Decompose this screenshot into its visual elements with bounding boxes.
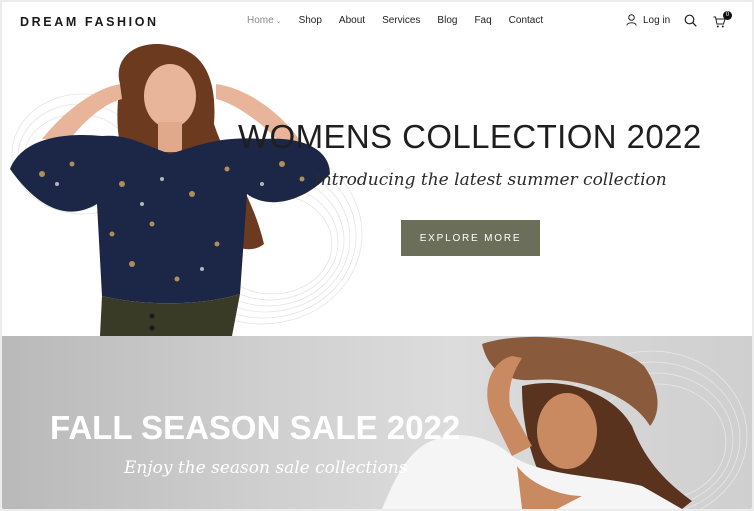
search-icon — [684, 14, 697, 27]
nav-item-services[interactable]: Services — [382, 15, 420, 26]
user-icon — [626, 14, 637, 26]
nav-item-faq[interactable]: Faq — [474, 15, 491, 26]
login-link[interactable]: Log in — [626, 14, 670, 26]
hero-banner: WOMENS COLLECTION 2022 Introducing the l… — [2, 44, 752, 336]
sale-subtitle: Enjoy the season sale collections — [124, 458, 408, 478]
sale-title: FALL SEASON SALE 2022 — [50, 409, 461, 446]
hero-title: WOMENS COLLECTION 2022 — [238, 118, 702, 155]
chevron-down-icon: ⌄ — [275, 18, 282, 25]
nav-item-label: Home — [247, 15, 274, 26]
nav-item-contact[interactable]: Contact — [509, 15, 543, 26]
cart-button[interactable]: 0 — [713, 11, 732, 33]
nav-item-home[interactable]: Home ⌄ — [247, 15, 282, 26]
nav-item-about[interactable]: About — [339, 15, 365, 26]
model-photo — [10, 44, 330, 336]
main-nav: Home ⌄ Shop About Services Blog Faq Conta… — [247, 15, 560, 26]
page-frame: DREAM FASHION Home ⌄ Shop About Services … — [2, 2, 752, 509]
site-header: DREAM FASHION Home ⌄ Shop About Services … — [2, 2, 752, 44]
nav-item-shop[interactable]: Shop — [299, 15, 322, 26]
cart-count-badge: 0 — [723, 11, 732, 20]
login-label: Log in — [643, 14, 671, 26]
sale-banner: FALL SEASON SALE 2022 Enjoy the season s… — [2, 336, 752, 509]
explore-more-button[interactable]: EXPLORE MORE — [401, 220, 540, 256]
nav-item-blog[interactable]: Blog — [437, 15, 457, 26]
brand-logo[interactable]: DREAM FASHION — [20, 15, 159, 29]
hero-subtitle: Introducing the latest summer collection — [314, 170, 667, 190]
search-button[interactable] — [684, 14, 697, 32]
